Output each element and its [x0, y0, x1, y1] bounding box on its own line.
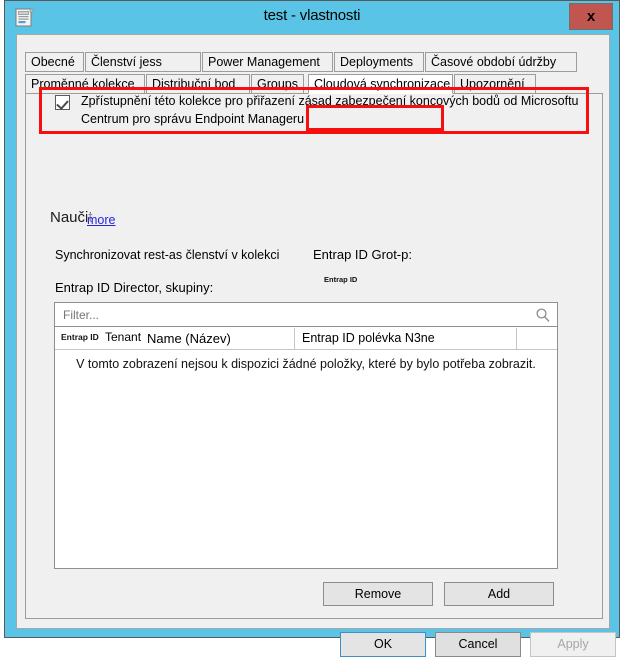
close-button[interactable]: x	[569, 3, 613, 30]
empty-list-message: V tomto zobrazení nejsou k dispozici žád…	[76, 357, 536, 371]
window-title: test - vlastnosti	[263, 7, 361, 24]
tab-deployments[interactable]: Deployments	[334, 52, 424, 72]
column-header-part-entra: Entrap ID	[61, 332, 99, 342]
tab-obecne[interactable]: Obecné	[25, 52, 84, 72]
enable-cloud-sync-checkbox[interactable]	[55, 95, 70, 110]
add-button[interactable]: Add	[444, 582, 554, 606]
apply-button: Apply	[530, 632, 616, 657]
column-header-part-name: Name (Název)	[147, 331, 231, 346]
enable-cloud-sync-label: Zpřístupnění této kolekce pro přiřazení …	[81, 94, 579, 126]
column-header-label: Entrap ID polévka N3ne	[302, 331, 435, 345]
remove-button[interactable]: Remove	[323, 582, 433, 606]
tenant-group-label: Entrap ID Grot-p:	[313, 247, 412, 262]
entra-id-micro-label: Entrap ID	[324, 275, 358, 284]
enable-cloud-sync-row: Zpřístupnění této kolekce pro přiřazení …	[43, 91, 587, 131]
column-header-tenant-name[interactable]: Entrap ID Tenant Name (Název)	[55, 328, 295, 350]
cancel-button[interactable]: Cancel	[435, 632, 521, 657]
tab-cloudova-synchronizace[interactable]: Cloudová synchronizace	[308, 74, 453, 94]
ok-button[interactable]: OK	[340, 632, 426, 657]
tab-clenstvi[interactable]: Členství jess	[85, 52, 201, 72]
column-header-entra-id-group[interactable]: Entrap ID polévka N3ne	[295, 328, 517, 350]
title-bar[interactable]: test - vlastnosti x	[5, 1, 619, 35]
column-header-part-tenant: Tenant	[105, 330, 142, 344]
search-icon[interactable]	[535, 307, 551, 323]
tab-strip: Obecné Členství jess Power Management De…	[25, 52, 603, 94]
tab-power-management[interactable]: Power Management	[202, 52, 333, 72]
tab-casove-obdobi[interactable]: Časové období údržby	[425, 52, 577, 72]
properties-dialog-window: test - vlastnosti x Obecné Členství jess…	[4, 0, 620, 657]
learn-more-link[interactable]: more	[87, 213, 116, 227]
column-header-spacer[interactable]	[517, 328, 557, 350]
filter-box	[54, 302, 558, 327]
directory-groups-label: Entrap ID Director, skupiny:	[55, 280, 214, 295]
filter-input[interactable]	[61, 307, 525, 323]
sync-membership-label: Synchronizovat rest-as členství v kolekc…	[55, 248, 280, 262]
groups-table-header: Entrap ID Tenant Name (Název) Entrap ID …	[55, 328, 557, 350]
dialog-client-area: Obecné Členství jess Power Management De…	[16, 34, 616, 657]
